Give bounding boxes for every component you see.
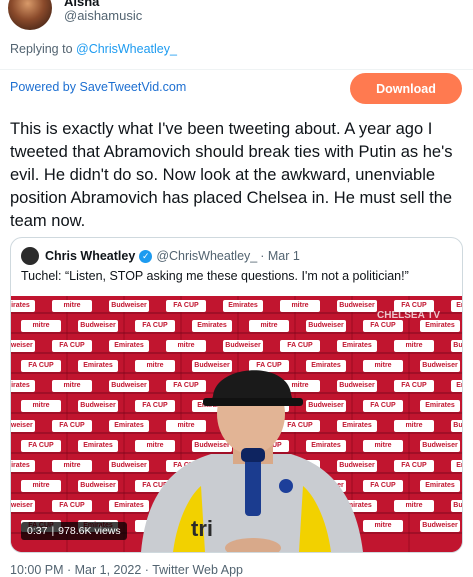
sponsor-tile: Emirates — [11, 380, 35, 392]
video-watermark: CHELSEA TV — [377, 310, 440, 321]
quoted-tweet[interactable]: Chris Wheatley ✓ @ChrisWheatley_ · Mar 1… — [10, 237, 463, 553]
sponsor-tile: Budweiser — [11, 420, 35, 432]
quoted-avatar[interactable] — [21, 247, 39, 265]
sponsor-tile: Budweiser — [420, 440, 460, 452]
quoted-tweet-header: Chris Wheatley ✓ @ChrisWheatley_ · Mar 1 — [21, 246, 300, 266]
sponsor-tile: Budweiser — [337, 300, 377, 312]
sponsor-tile: FA CUP — [52, 500, 92, 512]
video-stats: 0:37 | 978.6K views — [21, 522, 127, 540]
sponsor-tile: FA CUP — [52, 420, 92, 432]
replying-prefix: Replying to — [10, 42, 77, 56]
sponsor-tile: Budweiser — [78, 320, 118, 332]
sponsor-tile: mitre — [21, 480, 61, 492]
sponsor-tile: mitre — [52, 460, 92, 472]
powered-by-link[interactable]: Powered by SaveTweetVid.com — [10, 80, 186, 94]
sponsor-tile: Emirates — [451, 300, 462, 312]
sponsor-tile: mitre — [52, 300, 92, 312]
sponsor-tile: Emirates — [420, 480, 460, 492]
sponsor-tile: mitre — [21, 320, 61, 332]
sponsor-tile: Emirates — [451, 380, 462, 392]
video-duration: 0:37 — [27, 525, 48, 537]
quoted-handle[interactable]: @ChrisWheatley_ — [156, 249, 257, 263]
sponsor-tile: Budweiser — [451, 340, 462, 352]
speaker-figure: tri — [141, 370, 363, 552]
stats-separator: | — [51, 525, 55, 537]
sponsor-tile: Emirates — [11, 300, 35, 312]
sponsor-tile: Budweiser — [11, 340, 35, 352]
sponsor-tile: Budweiser — [420, 360, 460, 372]
download-button[interactable]: Download — [350, 73, 462, 104]
sponsor-tile: FA CUP — [135, 320, 175, 332]
tweet-author-header: Aisha @aishamusic — [0, 0, 473, 34]
sponsor-tile: Emirates — [420, 320, 460, 332]
sponsor-tile: Budweiser — [420, 520, 460, 532]
sponsor-tile: Emirates — [451, 460, 462, 472]
tweet-footer: 10:00 PM · Mar 1, 2022 · Twitter Web App — [10, 563, 243, 577]
sponsor-tile: FA CUP — [363, 320, 403, 332]
quoted-text: Tuchel: “Listen, STOP asking me these qu… — [21, 269, 409, 283]
sponsor-tile: Budweiser — [451, 420, 462, 432]
sponsor-tile: mitre — [249, 320, 289, 332]
sponsor-tile: mitre — [280, 300, 320, 312]
svg-text:tri: tri — [191, 516, 213, 541]
sponsor-tile: FA CUP — [21, 360, 61, 372]
sponsor-tile: Emirates — [420, 400, 460, 412]
tweet-text: This is exactly what I've been tweeting … — [10, 120, 453, 230]
user-handle[interactable]: @aishamusic — [64, 8, 142, 23]
sponsor-tile: Budweiser — [451, 500, 462, 512]
quoted-name[interactable]: Chris Wheatley — [45, 249, 135, 263]
video-player[interactable]: Emirates mitre Budweiser FA CUP Emirates mitr… — [11, 296, 462, 552]
sponsor-tile: Emirates — [192, 320, 232, 332]
sponsor-tile: Budweiser — [306, 320, 346, 332]
verified-icon: ✓ — [139, 249, 153, 263]
quoted-date: · Mar 1 — [260, 249, 300, 263]
sponsor-tile: Budweiser — [11, 500, 35, 512]
divider — [0, 69, 473, 70]
video-views: 978.6K views — [58, 525, 121, 537]
avatar[interactable] — [8, 0, 52, 30]
sponsor-tile: FA CUP — [166, 300, 206, 312]
sponsor-tile: mitre — [21, 400, 61, 412]
sponsor-tile: mitre — [52, 380, 92, 392]
reply-mention-link[interactable]: @ChrisWheatley_ — [76, 42, 177, 56]
sponsor-tile: FA CUP — [21, 440, 61, 452]
sponsor-tile: Emirates — [223, 300, 263, 312]
sponsor-tile: Emirates — [11, 460, 35, 472]
sponsor-tile: Budweiser — [109, 300, 149, 312]
replying-to: Replying to @ChrisWheatley_ — [10, 42, 177, 56]
sponsor-tile: FA CUP — [52, 340, 92, 352]
